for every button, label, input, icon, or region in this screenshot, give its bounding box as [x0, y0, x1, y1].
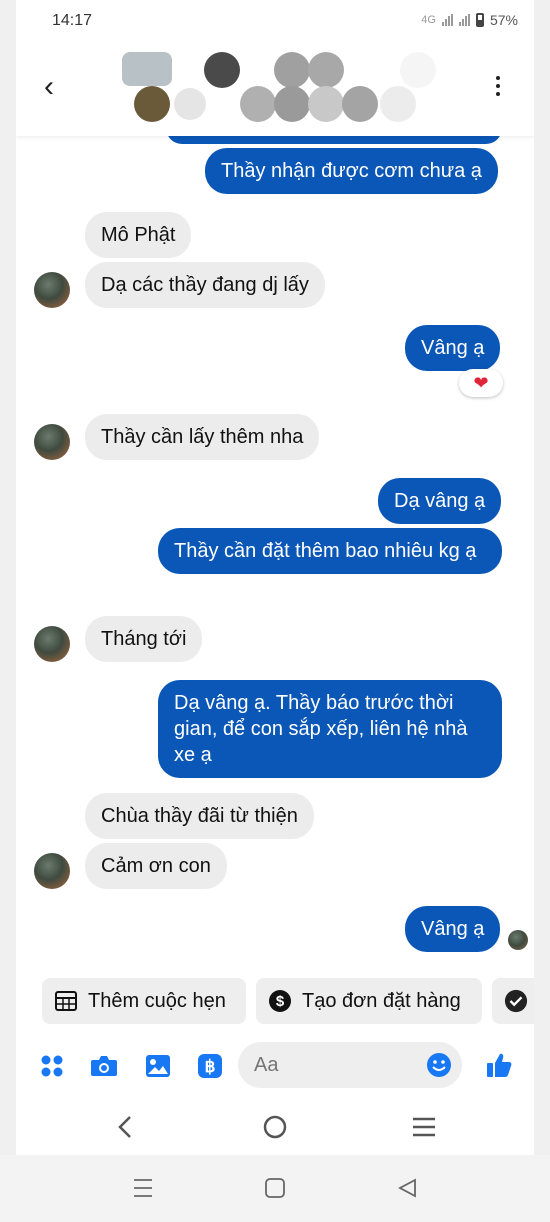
composer: ฿ — [16, 1040, 534, 1092]
battery-icon — [475, 13, 484, 27]
like-icon[interactable] — [484, 1050, 514, 1080]
system-navigation-bar — [0, 1155, 550, 1222]
avatar[interactable] — [34, 424, 70, 460]
create-order-label: Tạo đơn đặt hàng — [302, 989, 461, 1012]
more-options-icon[interactable] — [496, 76, 500, 96]
apps-icon[interactable] — [38, 1052, 66, 1080]
chat-header: ‹ — [16, 42, 534, 136]
nav-home-icon[interactable] — [260, 1112, 290, 1142]
add-appointment-button[interactable]: Thêm cuộc hẹn — [42, 978, 246, 1024]
status-time: 14:17 — [52, 12, 93, 29]
payment-icon[interactable]: ฿ — [196, 1052, 224, 1080]
camera-icon[interactable] — [90, 1052, 118, 1080]
message-bubble-outgoing[interactable]: Thầy nhận được cơm chưa ạ — [205, 148, 498, 194]
gallery-icon[interactable] — [144, 1052, 172, 1080]
status-bar: 14:17 4G 57% — [16, 0, 534, 42]
message-bubble-outgoing[interactable]: Dạ vâng ạ. Thầy báo trước thời gian, để … — [158, 680, 502, 778]
message-bubble-outgoing[interactable]: Thầy cần đặt thêm bao nhiêu kg ạ — [158, 528, 502, 574]
check-circle-icon — [504, 989, 528, 1013]
svg-text:$: $ — [276, 993, 285, 1010]
home-icon[interactable] — [260, 1173, 290, 1203]
signal-icon-2 — [458, 14, 470, 26]
avatar[interactable] — [34, 626, 70, 662]
emoji-icon[interactable] — [426, 1052, 452, 1078]
create-order-button[interactable]: $ Tạo đơn đặt hàng — [256, 978, 482, 1024]
message-bubble-incoming[interactable]: Tháng tới — [85, 616, 203, 662]
quick-action-more-button[interactable] — [492, 978, 534, 1024]
back-triangle-icon[interactable] — [392, 1173, 422, 1203]
nav-back-icon[interactable] — [110, 1112, 140, 1142]
message-bubble-incoming[interactable]: Mô Phật — [85, 212, 192, 258]
avatar[interactable] — [34, 853, 70, 889]
seen-avatar — [508, 930, 528, 950]
messenger-app: 14:17 4G 57% ‹ Thầy nhận được cơm chưa ạ… — [16, 0, 534, 1155]
battery-level: 57% — [489, 12, 518, 28]
network-label: 4G — [421, 14, 436, 26]
nav-menu-icon[interactable] — [409, 1112, 439, 1142]
avatar[interactable] — [34, 272, 70, 308]
recents-icon[interactable] — [128, 1173, 158, 1203]
navigation-bar — [16, 1104, 534, 1150]
message-bubble-incoming[interactable]: Thầy cần lấy thêm nha — [85, 414, 320, 460]
svg-text:฿: ฿ — [205, 1057, 216, 1076]
dollar-icon: $ — [268, 989, 292, 1013]
back-icon[interactable]: ‹ — [44, 72, 54, 102]
message-bubble-incoming[interactable]: Chùa thầy đãi từ thiện — [85, 793, 314, 839]
message-bubble-incoming[interactable]: Cảm ơn con — [85, 843, 227, 889]
message-bubble-incoming[interactable]: Dạ các thầy đang dj lấy — [85, 262, 325, 308]
message-bubble-outgoing[interactable]: Dạ vâng ạ — [378, 478, 502, 524]
add-appointment-label: Thêm cuộc hẹn — [88, 989, 226, 1012]
heart-reaction-icon[interactable]: ❤ — [459, 369, 503, 397]
calendar-icon — [54, 989, 78, 1013]
message-bubble-outgoing[interactable]: Vâng ạ — [405, 906, 501, 952]
message-bubble-outgoing[interactable]: Vâng ạ — [405, 325, 501, 371]
signal-icon — [441, 14, 453, 26]
